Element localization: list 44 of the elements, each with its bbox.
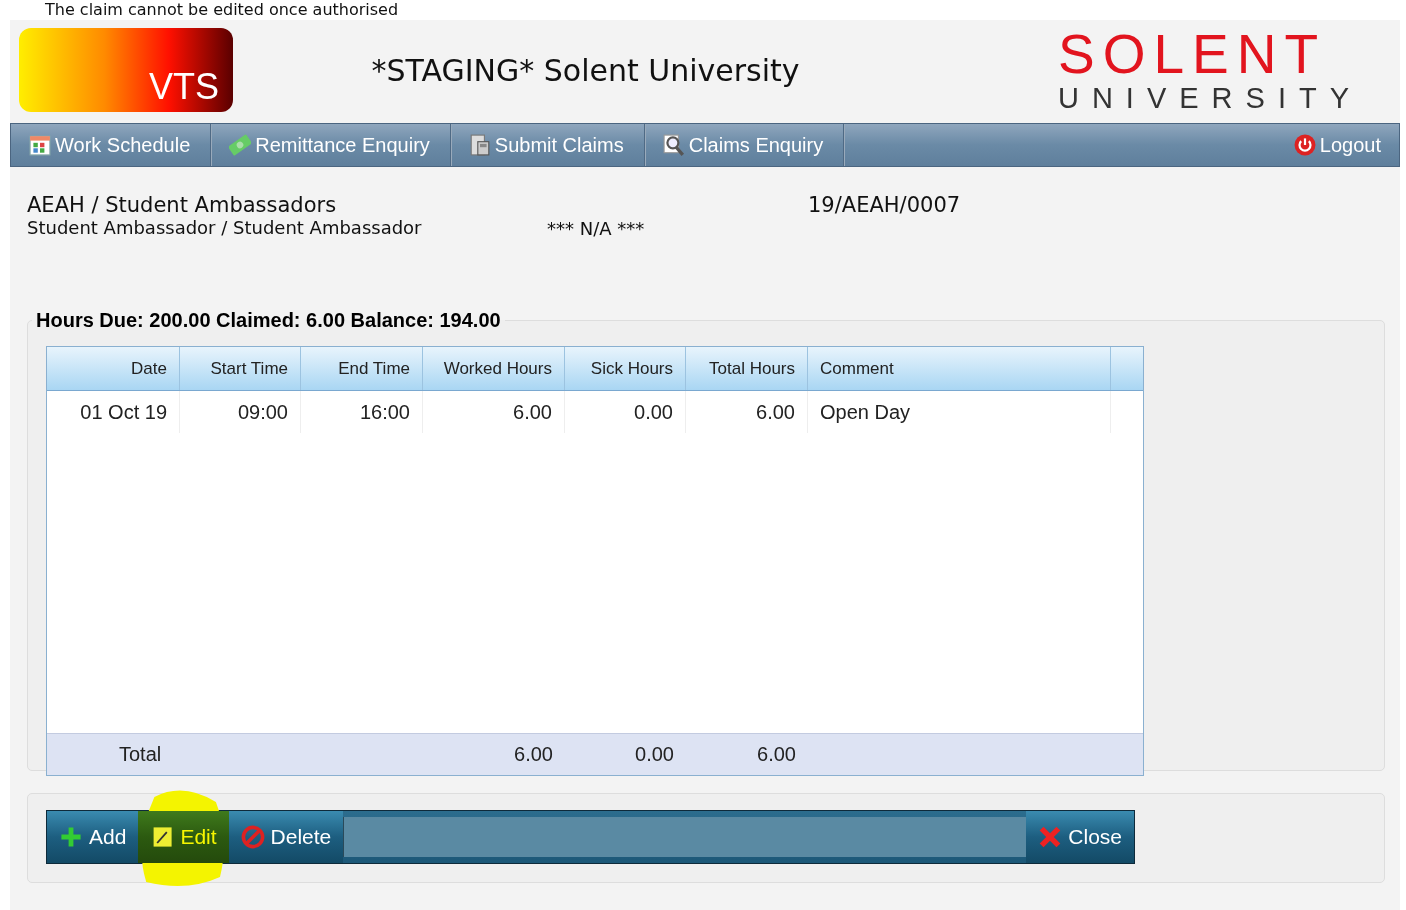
nav-link[interactable]: Remittance Enquiry — [211, 124, 451, 166]
site-title: *STAGING* Solent University — [370, 52, 801, 88]
column-header[interactable]: Start Time — [180, 347, 301, 390]
vts-logo: VTS — [19, 28, 233, 112]
total-label: Total — [118, 742, 163, 767]
nav-link[interactable]: Work Schedule — [11, 124, 212, 166]
column-header[interactable]: Worked Hours — [423, 347, 565, 390]
close-button[interactable]: Close — [1026, 811, 1134, 863]
reference-number: 19/AEAH/0007 — [808, 193, 961, 219]
column-header[interactable]: Date — [47, 347, 180, 390]
nav-link[interactable]: Submit Claims — [450, 124, 645, 166]
column-header[interactable]: End Time — [301, 347, 423, 390]
department-label: AEAH / Student Ambassadors — [27, 193, 338, 217]
toolbar-button[interactable]: Add — [47, 811, 139, 863]
hours-summary: Hours Due: 200.00 Claimed: 6.00 Balance: 194.00 — [35, 309, 502, 332]
logout-link[interactable]: Logout — [1275, 124, 1399, 166]
column-header[interactable]: Sick Hours — [565, 347, 686, 390]
plus-icon — [59, 825, 83, 849]
table-cell: Open Day — [808, 391, 1111, 433]
table-cell: 16:00 — [301, 391, 423, 433]
column-header[interactable]: Comment — [808, 347, 1111, 390]
forbidden-icon — [240, 825, 265, 849]
role-label: Student Ambassador / Student Ambassador — [27, 217, 423, 238]
power-icon — [1293, 134, 1316, 156]
nav-link[interactable]: Claims Enquiry — [644, 124, 845, 166]
table-cell: 01 Oct 19 — [47, 391, 180, 433]
table-cell: 6.00 — [686, 391, 808, 433]
status-label: *** N/A *** — [547, 217, 646, 241]
total-cell-text: 0.00 — [634, 742, 675, 767]
search-icon — [662, 134, 685, 156]
table-cell: 09:00 — [180, 391, 301, 433]
toolbar-button[interactable]: Delete — [228, 811, 344, 863]
total-cell-text: 6.00 — [513, 742, 554, 767]
table-cell: 0.00 — [565, 391, 686, 433]
calendar-icon — [29, 134, 51, 156]
brand-name: SOLENT — [1057, 26, 1327, 82]
table-cell: 6.00 — [423, 391, 565, 433]
close-icon — [1038, 825, 1063, 849]
column-header[interactable]: Total Hours — [686, 347, 808, 390]
total-cell-text: 6.00 — [756, 742, 797, 767]
notice-text: The claim cannot be edited once authorised — [44, 0, 400, 20]
calculator-icon — [468, 134, 491, 156]
toolbar-button[interactable]: Edit — [138, 811, 229, 863]
brand-subtitle: UNIVERSITY — [1057, 82, 1362, 114]
